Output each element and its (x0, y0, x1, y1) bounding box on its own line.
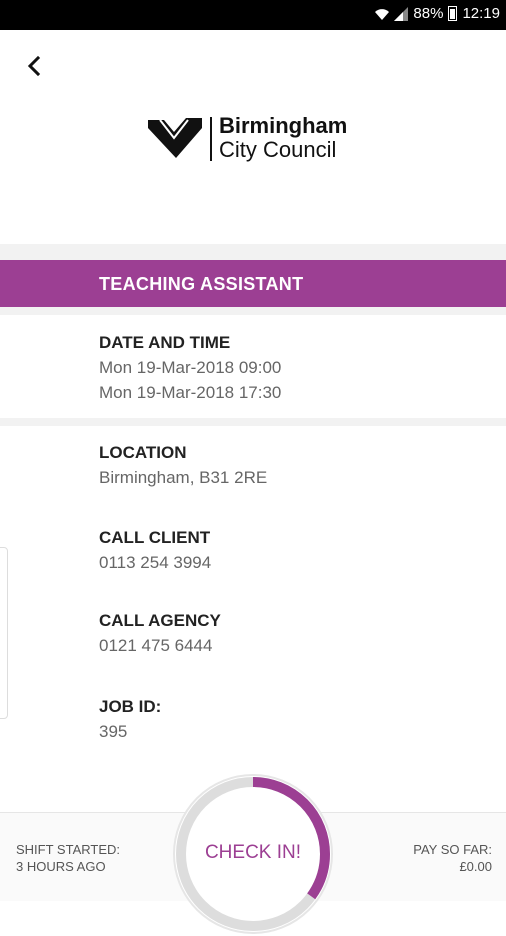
pay-so-far-label: PAY SO FAR: (413, 842, 492, 857)
job-id-label: JOB ID: (99, 697, 162, 716)
council-logo: Birmingham City Council (146, 114, 376, 164)
logo-line-2: City Council (219, 137, 337, 162)
status-icons: 88% 12:19 (375, 5, 500, 22)
shift-info: SHIFT STARTED: 3 HOURS AGO (16, 841, 120, 875)
logo-line-1: Birmingham (219, 113, 348, 138)
battery-percent: 88% (413, 5, 444, 22)
location-value: Birmingham, B31 2RE (99, 468, 268, 487)
pay-so-far-value: £0.00 (459, 859, 492, 874)
date-end: Mon 19-Mar-2018 17:30 (99, 383, 282, 402)
job-title: TEACHING ASSISTANT (99, 274, 304, 294)
date-start: Mon 19-Mar-2018 09:00 (99, 358, 282, 377)
agency-phone: 0121 475 6444 (99, 636, 213, 655)
pay-info: PAY SO FAR: £0.00 (413, 841, 492, 875)
call-agency-label: CALL AGENCY (99, 611, 221, 630)
logo-divider (210, 117, 212, 161)
date-time-label: DATE AND TIME (99, 333, 231, 352)
heart-logo-icon (148, 118, 202, 158)
job-title-banner: TEACHING ASSISTANT (0, 260, 506, 307)
call-client-label: CALL CLIENT (99, 528, 211, 547)
status-bar: 88% 12:19 (0, 0, 506, 30)
back-button[interactable] (22, 52, 46, 80)
signal-icon (394, 6, 409, 21)
battery-icon (448, 6, 458, 21)
location-label: LOCATION (99, 443, 187, 462)
check-in-button[interactable]: CHECK IN! (171, 772, 335, 936)
logo-text: Birmingham City Council (219, 114, 347, 162)
wifi-icon (375, 8, 390, 20)
divider (0, 418, 506, 426)
drawer-handle[interactable] (0, 547, 8, 719)
shift-started-label: SHIFT STARTED: (16, 842, 121, 857)
divider (0, 244, 506, 260)
check-in-label: CHECK IN! (204, 842, 302, 863)
divider (0, 307, 506, 315)
shift-started-value: 3 HOURS AGO (16, 859, 106, 874)
clock: 12:19 (462, 5, 500, 22)
job-id-value: 395 (99, 722, 128, 741)
client-phone: 0113 254 3994 (99, 553, 212, 572)
